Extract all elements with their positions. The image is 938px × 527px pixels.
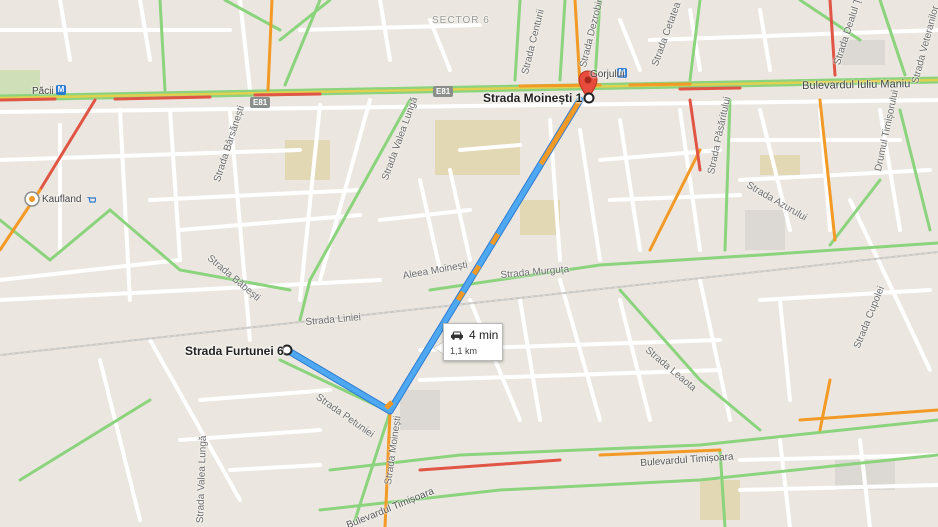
destination-endpoint-icon: [583, 92, 595, 104]
highway-shield: E81: [250, 97, 271, 108]
paci-label: Păcii: [32, 86, 54, 97]
metro-icon[interactable]: M: [56, 85, 66, 95]
highway-shield: E81: [433, 86, 454, 97]
origin-label: Strada Furtunei 6: [185, 344, 284, 358]
map-canvas[interactable]: Strada Moinești 1 Strada Furtunei 6 E81 …: [0, 0, 938, 527]
car-icon: [451, 331, 463, 340]
map-base-layer: [0, 0, 938, 527]
sector-label: SECTOR 6: [432, 15, 490, 26]
route-duration: 4 min: [469, 328, 499, 342]
shopping-cart-icon: [87, 197, 96, 203]
destination-label: Strada Moinești 1: [483, 91, 583, 105]
route-distance: 1,1 km: [450, 346, 478, 356]
gorjului-label: Gorjului: [590, 69, 625, 80]
route-info-box[interactable]: 4 min 1,1 km: [443, 323, 503, 361]
kaufland-label: Kaufland: [42, 194, 82, 205]
